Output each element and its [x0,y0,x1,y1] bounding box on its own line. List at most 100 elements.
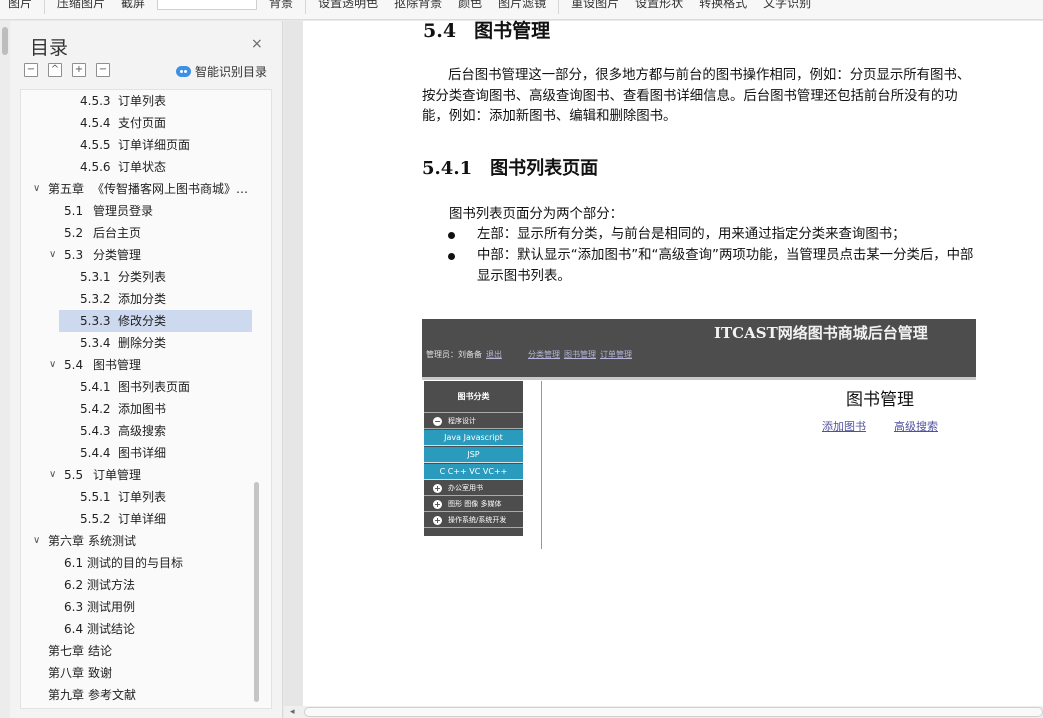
toc-item[interactable]: 6.1 测试的目的与目标 [21,552,271,574]
toc-item[interactable]: 6.3 测试用例 [21,596,271,618]
figure-subcategory: JSP [424,447,523,463]
toolbar-size-field[interactable] [157,0,258,10]
smart-toc-button[interactable]: 智能识别目录 [176,63,267,80]
figure-column-divider [541,381,542,549]
toc-chapter[interactable]: 第八章 致谢 [21,662,271,684]
horizontal-scroll-thumb[interactable] [304,707,1043,717]
figure-nav: 分类管理 图书管理 订单管理 [528,349,636,360]
bullet-icon [448,232,455,239]
chevron-down-icon[interactable]: ∨ [49,244,56,266]
figure-category: − 程序设计 [424,414,523,429]
collapse-all-button[interactable]: − [24,63,38,77]
wps-writer-window: 图片 压缩图片 截屏 背景 设置透明色 抠除背景 颜色 图片滤镜 重设图片 设置… [0,0,1043,718]
scroll-left-icon[interactable]: ◂ [290,706,295,718]
figure-header-divider [422,377,976,380]
toolbar-ocr[interactable]: 文字识别 [755,0,819,19]
toc-chapter[interactable]: 第七章 结论 [21,640,271,662]
toc-item[interactable]: 5.3.1 分类列表 [21,266,271,288]
bullet-item-left[interactable]: 左部：显示所有分类，与前台是相同的，用来通过指定分类来查询图书； [448,225,980,246]
plus-circle-icon: + [433,484,442,493]
figure-category: + 办公室用书 [424,481,523,496]
toc-chapter-5[interactable]: ∨ 第五章 《传智播客网上图书商城》… [21,178,271,200]
bullet-icon [448,253,455,260]
chevron-down-icon[interactable]: ∨ [33,530,40,552]
close-icon[interactable]: × [251,36,263,52]
chevron-down-icon[interactable]: ∨ [33,178,40,200]
toc-item[interactable]: 5.3.2 添加分类 [21,288,271,310]
toolbar-screenshot[interactable]: 截屏 [113,0,153,19]
toc-item[interactable]: 5.5.2 订单详细 [21,508,271,530]
toc-item[interactable]: 5.4.2 添加图书 [21,398,271,420]
chevron-down-icon[interactable]: ∨ [49,464,56,486]
toc-item[interactable]: 5.4.4 图书详细 [21,442,271,464]
heading-5-4[interactable]: 5.4 图书管理 [423,16,550,43]
toc-chapter-6[interactable]: ∨ 第六章 系统测试 [21,530,271,552]
toc-item[interactable]: 4.5.4 支付页面 [21,112,271,134]
toc-section-5-4[interactable]: ∨ 5.4 图书管理 [21,354,271,376]
figure-subcategory: Java Javascript [424,430,523,446]
figure-add-book-link: 添加图书 [822,420,866,433]
figure-category-sidebar: 图书分类 − 程序设计 Java Javascript JSP C C++ VC … [424,381,523,536]
figure-main-title: 图书管理 [846,390,914,410]
minus-circle-icon: − [433,417,442,426]
smart-toc-label: 智能识别目录 [195,65,268,79]
toc-item-selected[interactable]: 5.3.3 修改分类 [59,310,252,332]
toc-item[interactable]: 4.5.6 订单状态 [21,156,271,178]
expand-all-button[interactable]: ^ [48,63,62,77]
toc-title: 目录 [30,37,69,59]
figure-category: + 图形 图像 多媒体 [424,497,523,512]
toc-list: 4.5.3 订单列表 4.5.4 支付页面 4.5.5 订单详细页面 4.5.6 订单状… [21,90,271,706]
remove-heading-button[interactable]: − [96,63,110,77]
panel-side-strip[interactable] [0,21,10,718]
plus-circle-icon: + [433,516,442,525]
add-heading-button[interactable]: + [72,63,86,77]
embedded-screenshot-image[interactable]: ITCAST网络图书商城后台管理 管理员：刘备备 退出 分类管理 图书管理 订单管理 … [422,319,976,551]
toc-section-5-5[interactable]: ∨ 5.5 订单管理 [21,464,271,486]
paragraph-parts[interactable]: 图书列表页面分为两个部分： [422,205,978,226]
toc-item[interactable]: 4.5.5 订单详细页面 [21,134,271,156]
figure-logout-link: 退出 [486,350,502,359]
toolbar-compress[interactable]: 压缩图片 [49,0,113,19]
toolbar-background[interactable]: 背景 [261,0,301,19]
toc-controls: − ^ + − [24,63,110,77]
toolbar-separator [558,0,560,14]
toolbar-transparent[interactable]: 设置透明色 [310,0,386,19]
toolbar-shape[interactable]: 设置形状 [627,0,691,19]
toolbar-image[interactable]: 图片 [0,0,40,19]
toolbar-convert[interactable]: 转换格式 [691,0,755,19]
toc-chapter[interactable]: 第九章 参考文献 [21,684,271,706]
horizontal-scrollbar[interactable]: ◂ [284,706,1043,718]
toc-item[interactable]: 5.2 后台主页 [21,222,271,244]
figure-header-bar: ITCAST网络图书商城后台管理 管理员：刘备备 退出 分类管理 图书管理 订单管理 [422,319,976,377]
toc-item[interactable]: 6.4 测试结论 [21,618,271,640]
toc-item[interactable]: 5.5.1 订单列表 [21,486,271,508]
figure-category: + 操作系统/系统开发 [424,513,523,528]
figure-site-title: ITCAST网络图书商城后台管理 [714,324,928,342]
toolbar-reset[interactable]: 重设图片 [563,0,627,19]
toc-item[interactable]: 5.3.4 删除分类 [21,332,271,354]
toolbar-separator [44,0,46,14]
figure-nav-link: 图书管理 [564,350,596,359]
toc-scrollbar[interactable] [254,482,259,702]
figure-nav-link: 订单管理 [600,350,632,359]
panel-strip-handle[interactable] [2,27,8,55]
heading-5-4-1[interactable]: 5.4.1 图书列表页面 [422,154,598,180]
figure-subcategory: C C++ VC VC++ [424,464,523,480]
figure-sidebar-title: 图书分类 [424,381,523,413]
plus-circle-icon: + [433,500,442,509]
toc-item[interactable]: 5.4.3 高级搜索 [21,420,271,442]
figure-action-links: 添加图书 高级搜索 [822,418,966,434]
bullet-item-middle[interactable]: 中部：默认显示“添加图书”和“高级查询”两项功能，当管理员点击某一分类后，中部显… [448,246,980,287]
paragraph-intro[interactable]: 后台图书管理这一部分，很多地方都与前台的图书操作相同，例如：分页显示所有图书、按… [422,66,978,128]
toc-item[interactable]: 5.1 管理员登录 [21,200,271,222]
figure-admin-info: 管理员：刘备备 退出 [426,350,502,359]
figure-nav-link: 分类管理 [528,350,560,359]
chevron-down-icon[interactable]: ∨ [49,354,56,376]
toc-item[interactable]: 6.2 测试方法 [21,574,271,596]
toc-section-5-3[interactable]: ∨ 5.3 分类管理 [21,244,271,266]
toolbar-separator [305,0,307,14]
ai-cloud-icon [176,66,191,77]
toc-item[interactable]: 4.5.3 订单列表 [21,90,271,112]
toc-item[interactable]: 5.4.1 图书列表页面 [21,376,271,398]
toc-list-box: 4.5.3 订单列表 4.5.4 支付页面 4.5.5 订单详细页面 4.5.6 订单状… [20,89,272,709]
